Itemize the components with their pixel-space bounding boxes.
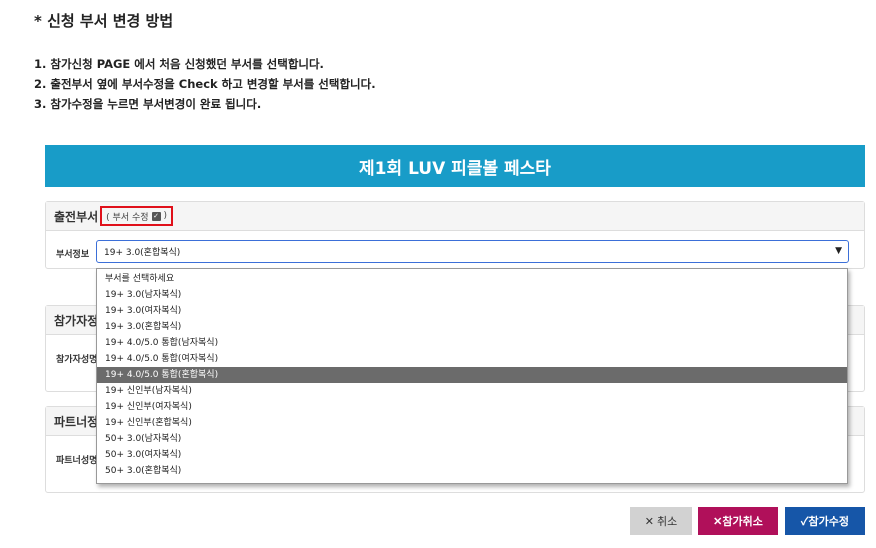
division-field-label: 부서정보 [56,250,90,260]
division-dropdown-list[interactable]: 부서를 선택하세요 19+ 3.0(남자복식) 19+ 3.0(여자복식) 19… [96,268,848,484]
dropdown-option[interactable]: 19+ 3.0(혼합복식) [97,319,847,335]
division-panel-body: 부서정보 19+ 3.0(혼합복식) ▼ [46,231,864,269]
dropdown-option[interactable]: 19+ 신인부(혼합복식) [97,415,847,431]
step-1: 1. 참가신청 PAGE 에서 처음 신청했던 부서를 선택합니다. [34,57,324,71]
instruction-steps: 1. 참가신청 PAGE 에서 처음 신청했던 부서를 선택합니다. 2. 출전… [34,54,376,114]
event-title: 제1회 LUV 피클볼 페스타 [359,158,551,179]
dropdown-option[interactable]: 부서를 선택하세요 [97,271,847,287]
division-panel: 출전부서 ( 부서 수정 ✓ ) 부서정보 19+ 3.0(혼합복식) ▼ [45,201,865,269]
division-panel-title: 출전부서 [54,209,99,224]
dropdown-option[interactable]: 19+ 신인부(남자복식) [97,383,847,399]
step-2: 2. 출전부서 옆에 부서수정을 Check 하고 변경할 부서를 선택합니다. [34,77,376,91]
page-heading: * 신청 부서 변경 방법 [34,12,174,30]
division-select[interactable]: 19+ 3.0(혼합복식) ▼ [96,240,849,263]
checkbox-checked-icon[interactable]: ✓ [151,211,161,221]
dropdown-option[interactable]: 19+ 신인부(여자복식) [97,399,847,415]
division-edit-checkbox-group[interactable]: ( 부서 수정 ✓ ) [100,206,174,226]
dropdown-option[interactable]: 50+ 3.0(남자복식) [97,431,847,447]
participant-panel-title: 참가자정 [54,313,99,328]
dropdown-option[interactable]: 19+ 4.0/5.0 통합(남자복식) [97,335,847,351]
step-3: 3. 참가수정을 누르면 부서변경이 완료 됩니다. [34,97,262,111]
cancel-button[interactable]: ✕ 취소 [630,507,692,535]
dropdown-option[interactable]: 19+ 3.0(남자복식) [97,287,847,303]
modify-registration-button[interactable]: ✓참가수정 [785,507,865,535]
chevron-down-icon: ▼ [835,246,842,256]
withdraw-registration-button[interactable]: ✕참가취소 [698,507,778,535]
division-select-value: 19+ 3.0(혼합복식) [104,248,181,258]
division-edit-close: ) [163,211,168,221]
partner-name-label: 파트너성명 [56,456,98,466]
participant-name-label: 참가자성명 [56,355,98,365]
partner-panel-title: 파트너정 [54,414,99,429]
dropdown-option[interactable]: 19+ 3.0(여자복식) [97,303,847,319]
division-edit-label: ( 부서 수정 [106,212,149,223]
division-panel-header: 출전부서 ( 부서 수정 ✓ ) [46,202,864,231]
dropdown-option-highlighted[interactable]: 19+ 4.0/5.0 통합(혼합복식) [97,367,847,383]
event-banner: 제1회 LUV 피클볼 페스타 [45,145,865,187]
dropdown-option[interactable]: 50+ 3.0(혼합복식) [97,463,847,479]
dropdown-option[interactable]: 19+ 4.0/5.0 통합(여자복식) [97,351,847,367]
dropdown-option[interactable]: 50+ 3.0(여자복식) [97,447,847,463]
